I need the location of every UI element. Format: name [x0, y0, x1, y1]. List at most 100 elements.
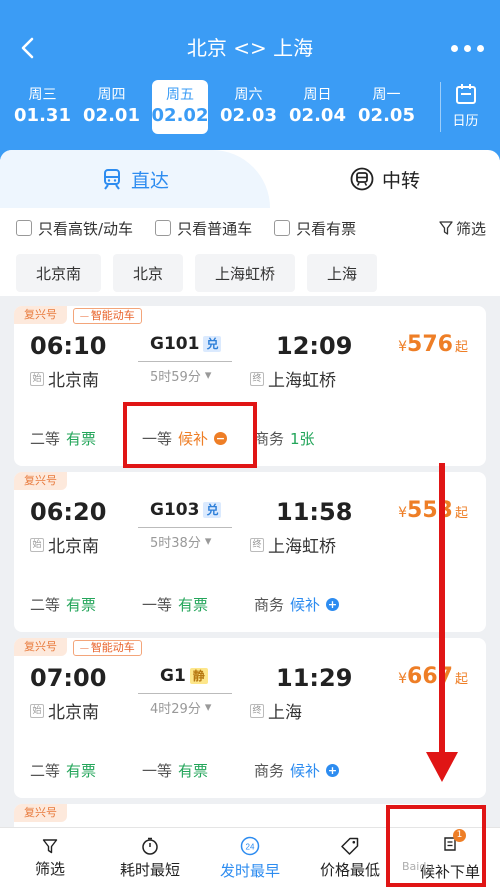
caret-down-icon: ▾	[204, 534, 212, 549]
station-chip[interactable]: 北京	[113, 254, 184, 292]
date-item[interactable]: 周四 02.01	[77, 80, 146, 134]
filter-button[interactable]: 筛选	[439, 218, 486, 239]
smart-train-icon: ⏤	[80, 309, 89, 322]
high-speed-only-checkbox[interactable]: 只看高铁/动车	[16, 218, 133, 239]
train-number-text: G1	[160, 666, 186, 686]
tab-transfer[interactable]: 中转	[270, 150, 500, 208]
train-number-text: G101	[150, 334, 200, 354]
seat-label: 二等	[30, 762, 61, 780]
duration-text: 5时38分	[150, 536, 201, 551]
train-number: G103 兑	[150, 500, 222, 520]
sort-earliest-button[interactable]: 24 发时最早	[200, 828, 300, 889]
currency: ¥	[398, 339, 408, 355]
train-number: G1 静	[160, 666, 208, 686]
waitlist-order-button[interactable]: 1 候补下单	[386, 805, 500, 889]
station-chip[interactable]: 上海	[307, 254, 378, 292]
seat-availability: 二等 有票 一等 有票 商务 候补 +	[30, 760, 470, 781]
filter-label: 筛选	[455, 219, 486, 238]
smart-train-label: 智能动车	[90, 309, 135, 322]
seat-business-class[interactable]: 商务 1张	[254, 428, 315, 449]
price: ¥ 576 起	[398, 332, 468, 357]
toolbar-label: 耗时最短	[119, 861, 180, 879]
price-value: 553	[407, 498, 453, 523]
train-number-text: G103	[150, 500, 200, 520]
price: ¥ 553 起	[398, 498, 468, 523]
terminal-mark: 终	[250, 537, 264, 552]
seat-status: 候补	[290, 596, 321, 614]
funnel-icon	[42, 839, 58, 854]
seat-status: 有票	[178, 596, 209, 614]
seat-label: 一等	[142, 596, 173, 614]
price: ¥ 667 起	[398, 664, 468, 689]
price-suffix: 起	[454, 672, 468, 687]
highlight-box	[123, 402, 257, 468]
station-chip[interactable]: 北京南	[16, 254, 102, 292]
divider	[138, 361, 232, 362]
departure-station-name: 北京南	[48, 703, 99, 723]
departure-time: 07:00	[30, 664, 107, 692]
seat-second-class[interactable]: 二等 有票	[30, 594, 142, 615]
available-only-checkbox[interactable]: 只看有票	[274, 218, 356, 239]
tab-direct-label: 直达	[130, 169, 169, 192]
duration[interactable]: 5时38分 ▾	[150, 532, 211, 551]
normal-train-only-checkbox[interactable]: 只看普通车	[155, 218, 252, 239]
seat-business-class[interactable]: 商务 候补 +	[254, 594, 340, 615]
arrow-indicator	[439, 463, 445, 755]
tab-transfer-label: 中转	[381, 169, 420, 192]
station-chip[interactable]: 上海虹桥	[195, 254, 296, 292]
stopwatch-icon	[142, 837, 158, 855]
seat-label: 商务	[254, 430, 285, 448]
train-number: G101 兑	[150, 334, 222, 354]
calendar-button[interactable]: 日历	[440, 82, 490, 132]
checkbox-box	[155, 220, 172, 236]
train-type-badge: 复兴号	[14, 472, 67, 490]
tab-direct[interactable]: 直达	[0, 150, 270, 208]
checkbox-label: 只看高铁/动车	[38, 219, 134, 238]
transfer-train-icon	[350, 167, 374, 191]
seat-status: 1张	[290, 430, 315, 448]
clock-24-icon: 24	[240, 836, 260, 856]
terminal-mark: 终	[250, 703, 264, 718]
toolbar-label: 价格最低	[319, 861, 380, 879]
date-selector: 周三 01.31 周四 02.01 周五 02.02 周六 02.03 周日 0…	[8, 80, 428, 134]
seat-business-class[interactable]: 商务 候补 +	[254, 760, 340, 781]
smart-train-icon: ⏤	[80, 641, 89, 654]
departure-time: 06:20	[30, 498, 107, 526]
departure-station: 始 北京南	[30, 366, 99, 391]
duration-text: 4时29分	[150, 702, 201, 717]
currency: ¥	[398, 505, 408, 521]
arrow-head	[426, 752, 458, 782]
waitlist-icon-wrap: 1	[441, 829, 466, 857]
toolbar-label: 发时最早	[219, 862, 280, 880]
sort-filter-button[interactable]: 筛选	[0, 828, 100, 889]
duration[interactable]: 4时29分 ▾	[150, 698, 211, 717]
seat-first-class[interactable]: 一等 有票	[142, 594, 254, 615]
date-item[interactable]: 周六 02.03	[214, 80, 283, 134]
checkbox-label: 只看普通车	[177, 219, 253, 238]
train-card[interactable]: 复兴号 06:20 G103 兑 5时38分 ▾ 11:58 始 北京南 终 上…	[14, 472, 486, 632]
seat-label: 二等	[30, 596, 61, 614]
date-item[interactable]: 周三 01.31	[8, 80, 77, 134]
smart-train-label: 智能动车	[90, 641, 135, 654]
sort-cheapest-button[interactable]: 价格最低	[300, 828, 400, 889]
date-item[interactable]: 周一 02.05	[352, 80, 421, 134]
seat-label: 一等	[142, 762, 173, 780]
date-item-selected[interactable]: 周五 02.02	[152, 80, 208, 134]
arrival-station: 终 上海虹桥	[250, 532, 336, 557]
train-card[interactable]: 复兴号 ⏤ 智能动车 07:00 G1 静 4时29分 ▾ 11:29 始 北京…	[14, 638, 486, 798]
duration[interactable]: 5时59分 ▾	[150, 366, 211, 385]
seat-label: 二等	[30, 430, 61, 448]
sort-shortest-button[interactable]: 耗时最短	[100, 828, 200, 889]
checkbox-box	[274, 220, 291, 236]
filter-row: 只看高铁/动车 只看普通车 只看有票 筛选	[16, 216, 486, 240]
search-panel: 直达 中转 只看高铁/动车 只看普通车 只看有票 筛选 北京南 北京 上海虹桥 …	[0, 150, 500, 300]
date-item[interactable]: 周日 02.04	[283, 80, 352, 134]
arrival-station-name: 上海	[268, 703, 302, 723]
seat-second-class[interactable]: 二等 有票	[30, 760, 142, 781]
waitlist-add-icon: +	[326, 764, 340, 777]
more-menu-icon[interactable]	[446, 36, 488, 60]
arrival-time: 11:29	[276, 664, 353, 692]
page-title: 北京 <> 上海	[186, 36, 314, 60]
seat-first-class[interactable]: 一等 有票	[142, 760, 254, 781]
terminal-mark: 终	[250, 371, 264, 386]
